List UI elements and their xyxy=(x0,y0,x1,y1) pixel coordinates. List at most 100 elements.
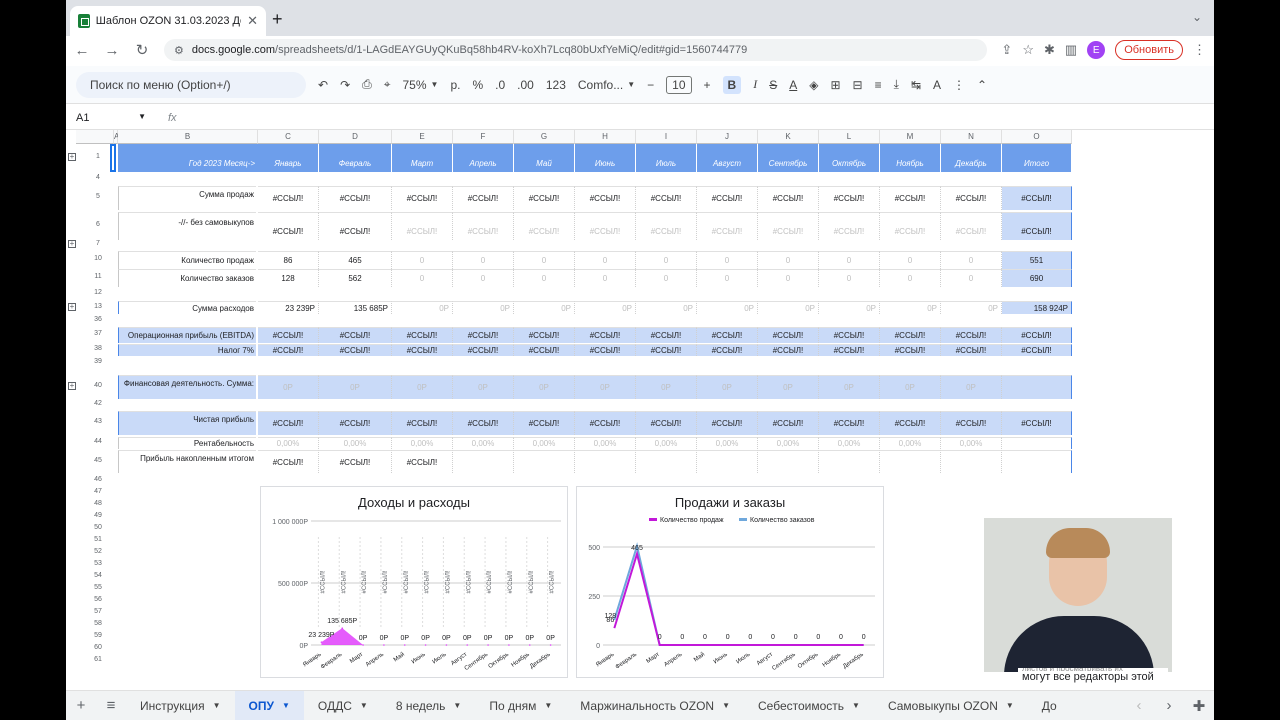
data-cell[interactable]: 0Р xyxy=(392,375,453,399)
text-color-icon[interactable]: A xyxy=(789,78,797,92)
data-cell[interactable]: 0 xyxy=(941,269,1002,287)
sheet-tab[interactable]: ОДДС ▼ xyxy=(304,691,382,720)
row-number[interactable]: 6 xyxy=(82,221,114,228)
data-cell[interactable]: #ССЫЛ! xyxy=(941,212,1002,240)
column-header[interactable]: M xyxy=(880,130,941,144)
data-cell[interactable]: #ССЫЛ! xyxy=(880,212,941,240)
data-cell[interactable] xyxy=(941,450,1002,473)
all-sheets-icon[interactable]: ≡ xyxy=(96,697,126,714)
row-number[interactable]: 54 xyxy=(82,572,114,579)
data-cell[interactable]: 0Р xyxy=(941,301,1002,314)
data-cell[interactable] xyxy=(1002,375,1072,399)
data-cell[interactable]: #ССЫЛ! xyxy=(1002,411,1072,435)
data-cell[interactable] xyxy=(453,450,514,473)
data-cell[interactable]: 0 xyxy=(392,269,453,287)
avatar[interactable]: E xyxy=(1087,41,1106,59)
data-cell[interactable]: #ССЫЛ! xyxy=(880,344,941,356)
close-icon[interactable]: ✕ xyxy=(247,13,258,29)
more-icon[interactable]: ⋮ xyxy=(1193,42,1206,58)
data-cell[interactable]: #ССЫЛ! xyxy=(575,327,636,343)
data-cell[interactable]: #ССЫЛ! xyxy=(636,212,697,240)
extensions-icon[interactable]: ✱ xyxy=(1044,42,1055,58)
new-tab-icon[interactable]: + xyxy=(272,9,283,30)
undo-icon[interactable]: ↶ xyxy=(318,78,328,92)
data-cell[interactable]: 0 xyxy=(575,251,636,269)
explore-icon[interactable]: ✚ xyxy=(1184,697,1214,715)
data-cell[interactable]: 0Р xyxy=(453,375,514,399)
data-cell[interactable]: 0,00% xyxy=(575,437,636,449)
data-cell[interactable]: #ССЫЛ! xyxy=(453,327,514,343)
data-cell[interactable]: #ССЫЛ! xyxy=(514,344,575,356)
data-cell[interactable] xyxy=(697,450,758,473)
row-number[interactable]: 46 xyxy=(82,476,114,483)
column-header[interactable]: F xyxy=(453,130,514,144)
data-cell[interactable]: #ССЫЛ! xyxy=(1002,344,1072,356)
row-number[interactable]: 7 xyxy=(82,240,114,247)
data-cell[interactable]: #ССЫЛ! xyxy=(258,186,319,210)
data-cell[interactable]: #ССЫЛ! xyxy=(1002,327,1072,343)
data-cell[interactable]: 0,00% xyxy=(880,437,941,449)
sheet-tab[interactable]: ОПУ ▼ xyxy=(234,690,304,720)
row-number[interactable]: 39 xyxy=(82,358,114,365)
data-cell[interactable]: 0Р xyxy=(575,301,636,314)
sidepanel-icon[interactable]: ▥ xyxy=(1065,42,1077,58)
row-number[interactable]: 37 xyxy=(82,330,114,337)
data-cell[interactable]: 0 xyxy=(514,269,575,287)
sheet-tab[interactable]: По дням ▼ xyxy=(475,691,566,720)
row-number[interactable]: 12 xyxy=(82,289,114,296)
format-button[interactable]: 123 xyxy=(546,78,566,92)
data-cell[interactable] xyxy=(819,450,880,473)
data-cell[interactable]: 0Р xyxy=(392,301,453,314)
row-number[interactable]: 48 xyxy=(82,500,114,507)
redo-icon[interactable]: ↷ xyxy=(340,78,350,92)
chart-sales-orders[interactable]: Продажи и заказы Количество продаж Количес… xyxy=(576,486,884,678)
italic-button[interactable]: I xyxy=(753,77,757,92)
align-icon[interactable]: ≡ xyxy=(875,78,882,92)
font-size-plus[interactable]: + xyxy=(704,78,711,92)
data-cell[interactable]: 0,00% xyxy=(392,437,453,449)
data-cell[interactable]: #ССЫЛ! xyxy=(258,344,319,356)
data-cell[interactable] xyxy=(636,450,697,473)
data-cell[interactable]: 0,00% xyxy=(758,437,819,449)
column-header[interactable]: H xyxy=(575,130,636,144)
data-cell[interactable]: #ССЫЛ! xyxy=(758,186,819,210)
column-header[interactable]: C xyxy=(258,130,319,144)
expand-group-icon[interactable]: + xyxy=(68,302,76,311)
row-number[interactable]: 52 xyxy=(82,548,114,555)
data-cell[interactable]: #ССЫЛ! xyxy=(319,327,392,343)
data-cell[interactable]: #ССЫЛ! xyxy=(758,327,819,343)
data-cell[interactable]: 0Р xyxy=(636,375,697,399)
data-cell[interactable]: #ССЫЛ! xyxy=(1002,186,1072,210)
font-size-minus[interactable]: − xyxy=(647,78,654,92)
data-cell[interactable]: #ССЫЛ! xyxy=(392,344,453,356)
sheet-tab[interactable]: Себестоимость ▼ xyxy=(744,691,874,720)
column-header[interactable]: D xyxy=(319,130,392,144)
row-number[interactable]: 44 xyxy=(82,438,114,445)
wrap-icon[interactable]: ↹ xyxy=(911,78,921,92)
data-cell[interactable]: #ССЫЛ! xyxy=(392,212,453,240)
caret-down-icon[interactable]: ▼ xyxy=(722,701,730,710)
data-cell[interactable]: 0 xyxy=(819,269,880,287)
data-cell[interactable]: 86 xyxy=(258,251,319,269)
data-cell[interactable]: 0,00% xyxy=(258,437,319,449)
forward-icon[interactable]: → xyxy=(104,42,120,59)
paint-format-icon[interactable]: ⌖ xyxy=(384,77,391,92)
caret-down-icon[interactable]: ▼ xyxy=(453,701,461,710)
fill-color-icon[interactable]: ◈ xyxy=(809,78,818,92)
data-cell[interactable]: 0Р xyxy=(697,375,758,399)
data-cell[interactable]: #ССЫЛ! xyxy=(636,411,697,435)
data-cell[interactable]: #ССЫЛ! xyxy=(697,186,758,210)
bold-button[interactable]: B xyxy=(722,75,742,94)
row-number[interactable]: 43 xyxy=(82,418,114,425)
data-cell[interactable]: 0Р xyxy=(453,301,514,314)
data-cell[interactable]: #ССЫЛ! xyxy=(819,411,880,435)
data-cell[interactable]: 0Р xyxy=(575,375,636,399)
data-cell[interactable]: 0Р xyxy=(880,375,941,399)
data-cell[interactable]: 0,00% xyxy=(697,437,758,449)
font-size-input[interactable]: 10 xyxy=(666,75,692,94)
data-cell[interactable]: 0 xyxy=(819,251,880,269)
column-header[interactable]: G xyxy=(514,130,575,144)
font-select[interactable]: Comfo... ▼ xyxy=(578,78,635,92)
row-number[interactable]: 58 xyxy=(82,620,114,627)
sheet-tab[interactable]: Маржинальность OZON ▼ xyxy=(566,691,744,720)
